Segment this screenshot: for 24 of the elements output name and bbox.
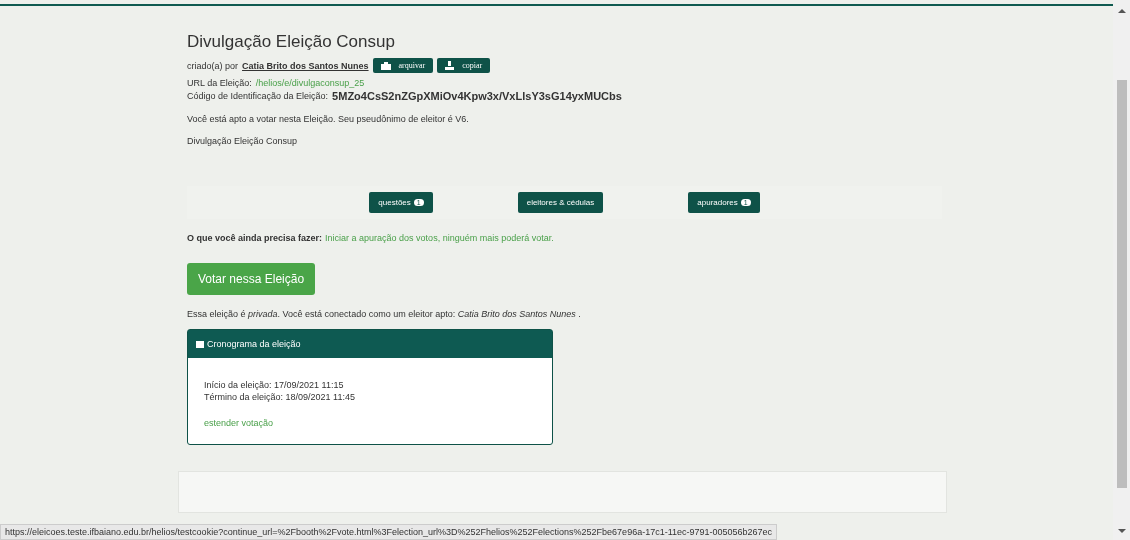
url-label: URL da Eleição: xyxy=(187,78,252,88)
status-bar-url: https://eleicoes.teste.ifbaiano.edu.br/helios/testcookie?continue_url=%2Fbooth%2Fvote.html%3Felection_url%3D%252Fhelios%252Felections%252Fbe67e96a-17c1-11ec-9791-005056b267ec xyxy=(0,524,778,540)
archive-button[interactable]: arquivar xyxy=(372,58,434,73)
eligibility-text: Você está apto a votar nesta Eleição. Seu pseudônimo de eleitor é V6. xyxy=(187,114,470,124)
briefcase-icon xyxy=(380,61,391,70)
stamp-icon xyxy=(445,61,455,70)
schedule-line: Início da eleição: 17/09/2021 11:15 xyxy=(204,380,345,390)
scroll-down-icon[interactable] xyxy=(1117,528,1126,534)
election-code: 5MZo4CsS2nZGpXMiOv4Kpw3x/VxLlsY3sG14yxMUCbs xyxy=(332,90,622,102)
schedule-line: Término da eleição: 18/09/2021 11:45 xyxy=(204,392,356,402)
nav-tab[interactable]: eleitores & cédulas xyxy=(517,192,604,213)
election-description: Divulgação Eleição Consup xyxy=(187,136,299,146)
scroll-up-icon[interactable] xyxy=(1117,8,1126,14)
election-title: Divulgação Eleição Consup xyxy=(187,32,396,52)
code-label: Código de Identificação da Eleição: xyxy=(187,91,329,101)
privacy-note: Essa eleição é privada. Você está conectado como um eleitor apto: Catia Brito dos Santos Nunes . xyxy=(187,309,582,319)
creator-link[interactable]: Catia Brito dos Santos Nunes xyxy=(242,60,369,71)
card-title: Cronograma da eleição xyxy=(207,339,301,349)
todo-label: O que você ainda precisa fazer: xyxy=(187,233,323,243)
copy-button[interactable]: copiar xyxy=(437,58,491,73)
created-by-label: criado(a) por xyxy=(187,60,239,71)
extend-voting-link[interactable]: estender votação xyxy=(204,418,536,428)
scrollbar[interactable] xyxy=(1113,0,1130,540)
calendar-icon xyxy=(196,340,204,348)
